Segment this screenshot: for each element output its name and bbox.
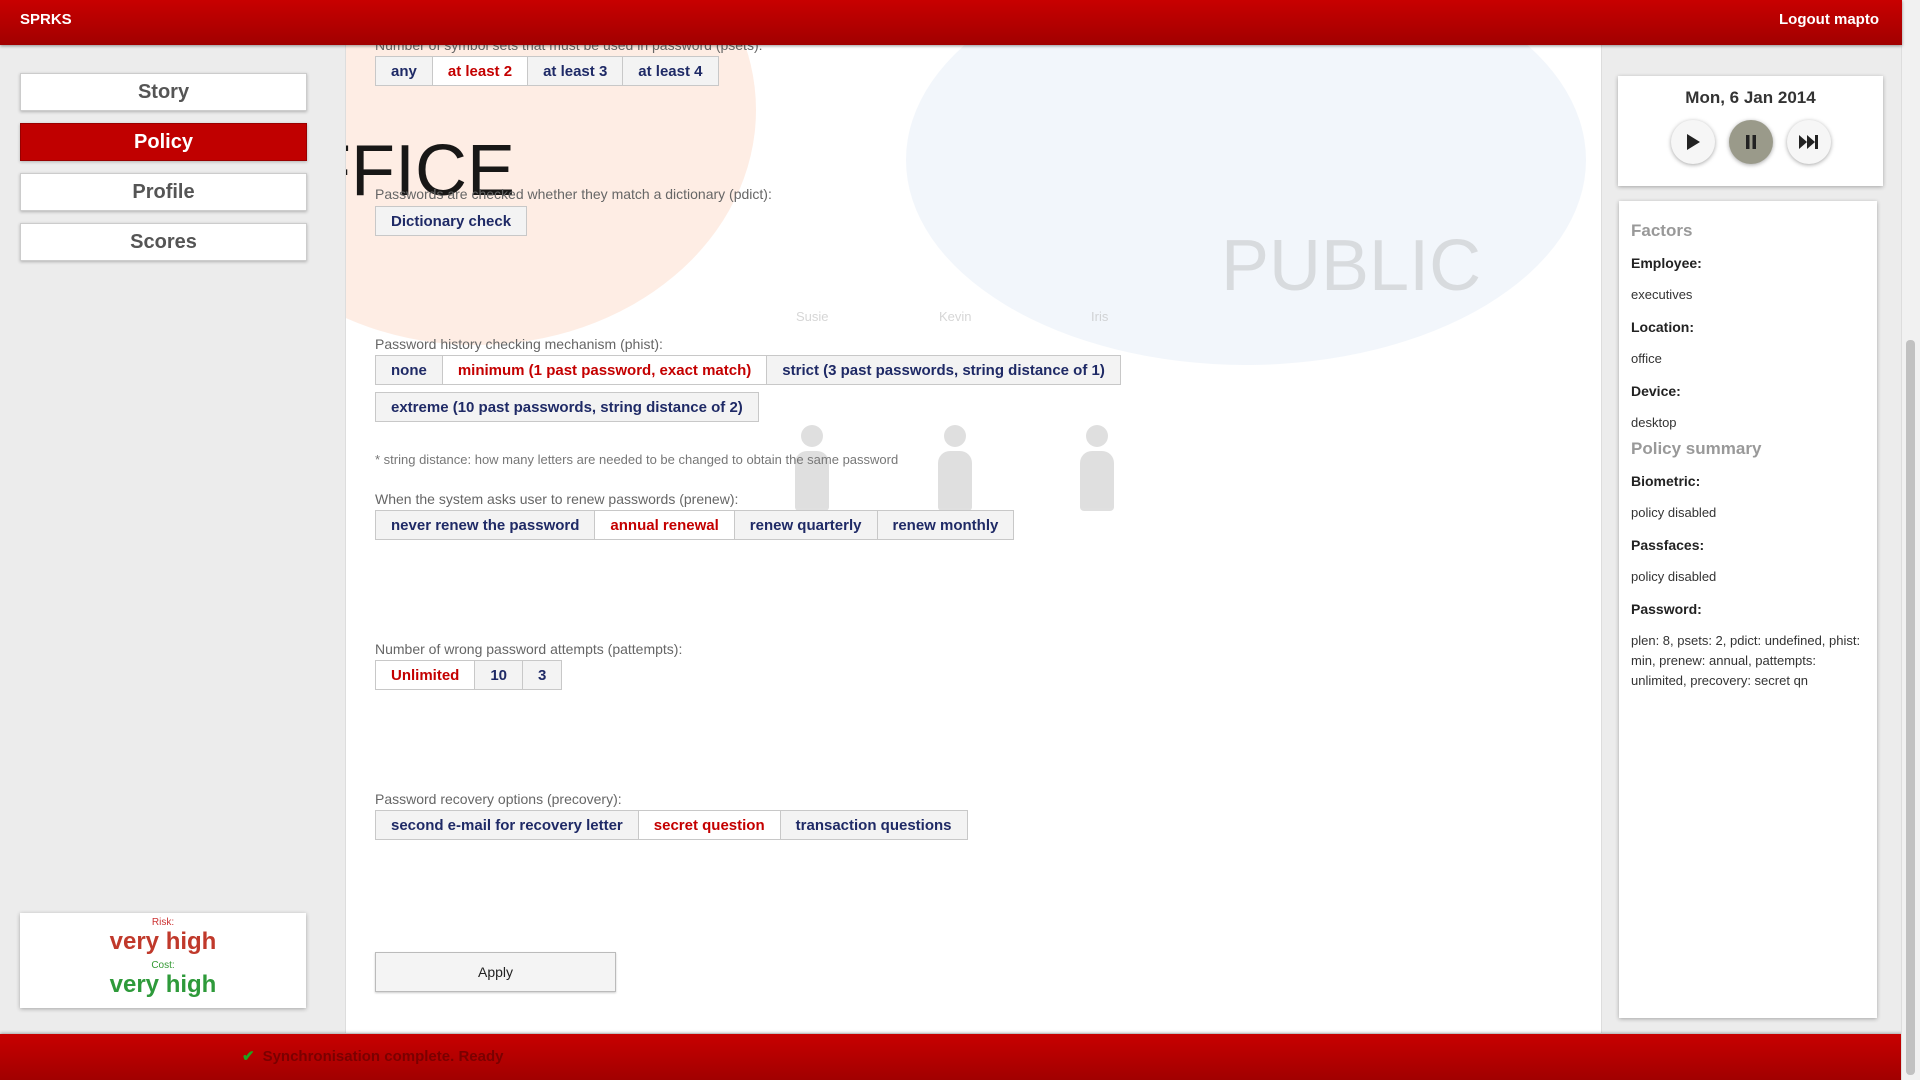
psets-options: any at least 2 at least 3 at least 4	[375, 56, 719, 86]
prenew-label: When the system asks user to renew passw…	[375, 491, 739, 507]
pattempts-option-10[interactable]: 10	[474, 660, 524, 690]
password-key: Password:	[1631, 601, 1702, 617]
nav-story-button[interactable]: Story	[20, 73, 307, 111]
play-icon	[1686, 134, 1700, 150]
person-silhouette	[794, 425, 830, 515]
phist-option-minimum[interactable]: minimum (1 past password, exact match)	[441, 355, 768, 385]
password-value: plen: 8, psets: 2, pdict: undefined, phi…	[1631, 633, 1861, 688]
pause-button[interactable]	[1728, 120, 1773, 164]
biometric-key: Biometric:	[1631, 473, 1701, 489]
prenew-options: never renew the password annual renewal …	[375, 510, 1015, 540]
prenew-option-quarterly[interactable]: renew quarterly	[733, 510, 878, 540]
cost-label: Cost:	[151, 960, 175, 971]
prenew-option-never[interactable]: never renew the password	[375, 510, 596, 540]
pause-icon	[1745, 135, 1756, 149]
psets-option-at-least-2[interactable]: at least 2	[431, 56, 529, 86]
phist-options: none minimum (1 past password, exact mat…	[375, 355, 1175, 422]
risk-value: very high	[109, 928, 217, 955]
psets-option-at-least-3[interactable]: at least 3	[527, 56, 624, 86]
checkmark-icon: ✔	[242, 1048, 255, 1065]
location-key: Location:	[1631, 319, 1694, 335]
brand-logo[interactable]: SPRKS	[20, 11, 72, 28]
factors-heading: Factors	[1631, 221, 1693, 240]
psets-option-at-least-4[interactable]: at least 4	[622, 56, 719, 86]
page-scrollbar[interactable]	[1901, 0, 1920, 1080]
passfaces-value: policy disabled	[1631, 569, 1717, 584]
left-nav: Story Policy Profile Scores	[20, 73, 307, 273]
psets-option-any[interactable]: any	[375, 56, 433, 86]
phist-label: Password history checking mechanism (phi…	[375, 336, 663, 352]
precovery-option-secret-question[interactable]: secret question	[637, 810, 781, 840]
fast-forward-button[interactable]	[1786, 120, 1831, 164]
nav-policy-button[interactable]: Policy	[20, 123, 307, 161]
pdict-options: Dictionary check	[375, 206, 528, 236]
status-text: Synchronisation complete. Ready	[262, 1048, 504, 1065]
public-label: PUBLIC	[1221, 226, 1482, 306]
public-background	[906, 45, 1586, 365]
passfaces-key: Passfaces:	[1631, 537, 1705, 553]
dictionary-check-button[interactable]: Dictionary check	[375, 206, 528, 236]
nav-scores-button[interactable]: Scores	[20, 223, 307, 261]
pattempts-options: Unlimited 10 3	[375, 660, 563, 690]
pattempts-label: Number of wrong password attempts (patte…	[375, 641, 683, 657]
person-silhouette	[937, 425, 973, 515]
logout-link[interactable]: Logout mapto	[1779, 11, 1879, 28]
psets-label: Number of symbol sets that must be used …	[375, 45, 763, 53]
prenew-option-monthly[interactable]: renew monthly	[876, 510, 1015, 540]
employee-key: Employee:	[1631, 255, 1702, 271]
phist-option-none[interactable]: none	[375, 355, 443, 385]
character-name: Iris	[1091, 309, 1109, 324]
pdict-label: Passwords are checked whether they match…	[375, 186, 772, 202]
precovery-option-email[interactable]: second e-mail for recovery letter	[375, 810, 639, 840]
risk-label: Risk:	[151, 917, 175, 928]
scrollbar-thumb[interactable]	[1906, 340, 1915, 1075]
policy-summary-heading: Policy summary	[1631, 439, 1762, 458]
pattempts-option-3[interactable]: 3	[522, 660, 563, 690]
current-date: Mon, 6 Jan 2014	[1685, 88, 1816, 107]
status-bar: ✔ Synchronisation complete. Ready	[0, 1034, 1902, 1080]
device-value: desktop	[1631, 415, 1677, 430]
play-button[interactable]	[1670, 120, 1715, 164]
precovery-options: second e-mail for recovery letter secret…	[375, 810, 968, 840]
policy-panel: OFFICE PUBLIC Susie Kevin Iris Number of…	[345, 45, 1602, 1033]
pattempts-option-unlimited[interactable]: Unlimited	[375, 660, 476, 690]
biometric-value: policy disabled	[1631, 505, 1717, 520]
info-sidebar: Factors Employee: executives Location: o…	[1619, 201, 1877, 1018]
fast-forward-icon	[1798, 135, 1818, 149]
employee-value: executives	[1631, 287, 1693, 302]
cost-value: very high	[109, 971, 217, 998]
precovery-option-transaction-questions[interactable]: transaction questions	[779, 810, 968, 840]
phist-option-strict[interactable]: strict (3 past passwords, string distanc…	[766, 355, 1121, 385]
nav-profile-button[interactable]: Profile	[20, 173, 307, 211]
location-value: office	[1631, 351, 1662, 366]
character-name: Susie	[796, 309, 829, 324]
risk-cost-summary: Risk: very high Cost: very high	[20, 913, 306, 1008]
top-bar: SPRKS Logout mapto	[0, 0, 1902, 45]
phist-option-extreme[interactable]: extreme (10 past passwords, string dista…	[375, 392, 759, 422]
person-silhouette	[1079, 425, 1115, 515]
character-name: Kevin	[939, 309, 972, 324]
prenew-option-annual[interactable]: annual renewal	[594, 510, 735, 540]
time-control-panel: Mon, 6 Jan 2014	[1618, 76, 1883, 186]
string-distance-note: * string distance: how many letters are …	[375, 452, 899, 467]
precovery-label: Password recovery options (precovery):	[375, 791, 622, 807]
device-key: Device:	[1631, 383, 1681, 399]
apply-button[interactable]: Apply	[375, 952, 616, 992]
status-message: ✔ Synchronisation complete. Ready	[242, 1047, 503, 1065]
